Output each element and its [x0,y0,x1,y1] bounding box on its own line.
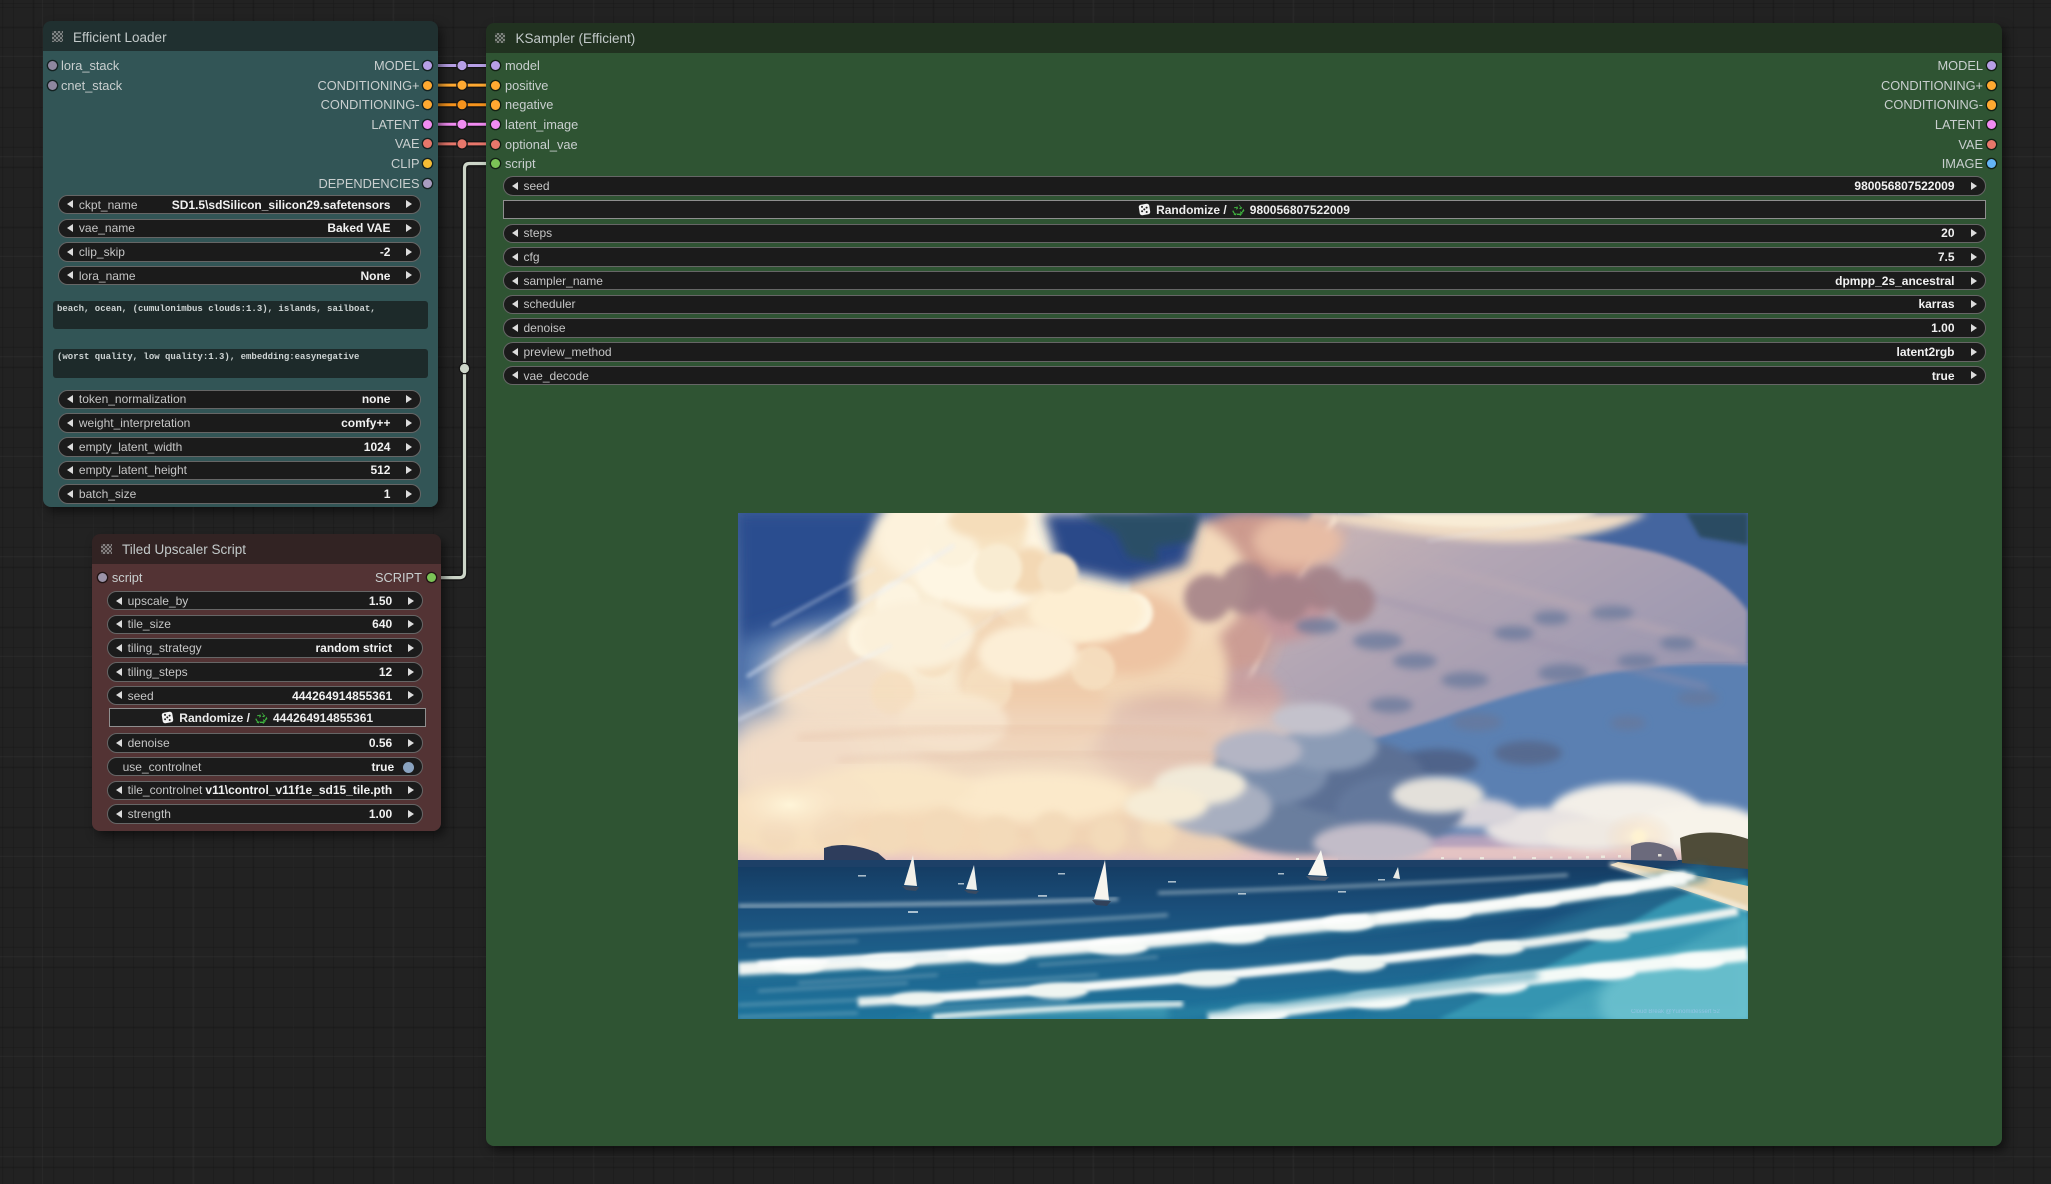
svg-text:Cloud Break @Yunomidessert 52: Cloud Break @Yunomidessert 52 [1631,1009,1720,1015]
